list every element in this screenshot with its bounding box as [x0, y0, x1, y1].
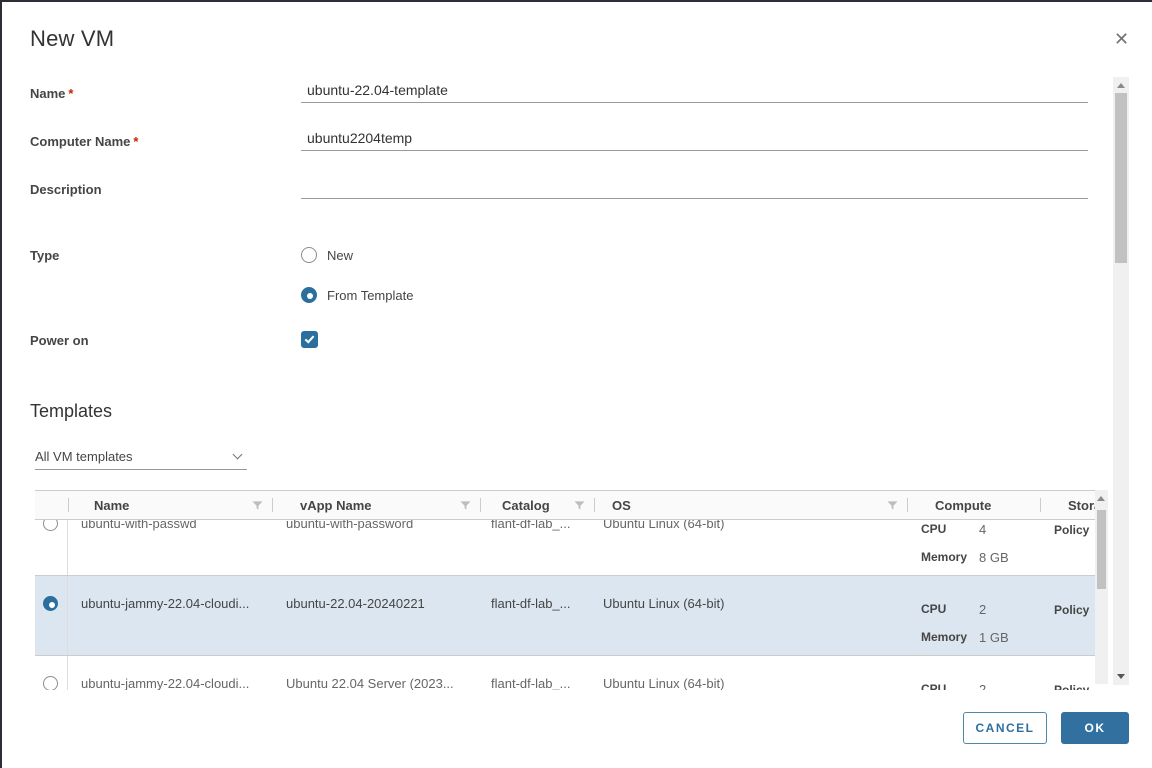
- cell-os: Ubuntu Linux (64-bit): [603, 676, 725, 690]
- header-os[interactable]: OS: [594, 491, 907, 519]
- scroll-up-icon[interactable]: [1117, 83, 1125, 88]
- template-row-selected[interactable]: ubuntu-jammy-22.04-cloudi... ubuntu-22.0…: [35, 576, 1095, 656]
- cell-catalog: flant-df-lab_...: [491, 520, 571, 531]
- type-radio-new-label: New: [327, 247, 354, 263]
- type-radio-new[interactable]: New: [301, 247, 353, 263]
- power-on-label: Power on: [30, 333, 89, 348]
- name-input[interactable]: ubuntu-22.04-template: [301, 82, 1088, 103]
- filter-icon[interactable]: [252, 500, 263, 511]
- cell-name: ubuntu-jammy-22.04-cloudi...: [81, 676, 250, 690]
- scroll-up-icon[interactable]: [1097, 496, 1105, 501]
- template-row[interactable]: ubuntu-jammy-22.04-cloudi... Ubuntu 22.0…: [35, 656, 1095, 690]
- cell-os: Ubuntu Linux (64-bit): [603, 596, 725, 611]
- radio-on-icon[interactable]: [301, 287, 317, 303]
- cell-vapp-name: ubuntu-with-password: [286, 520, 414, 531]
- type-radio-from-template[interactable]: From Template: [301, 287, 413, 303]
- table-scrollbar-thumb[interactable]: [1097, 510, 1106, 589]
- type-label: Type: [30, 248, 60, 263]
- cell-storage: Policy: [1054, 523, 1090, 537]
- computer-name-label: Computer Name *: [30, 134, 139, 149]
- computer-name-input[interactable]: ubuntu2204temp: [301, 130, 1088, 151]
- close-icon[interactable]: ✕: [1114, 30, 1129, 48]
- templates-heading: Templates: [30, 401, 113, 421]
- table-header: Name vApp Name Catalog OS Compute Stor: [35, 490, 1095, 520]
- header-catalog[interactable]: Catalog: [480, 491, 594, 519]
- dialog-scrollbar-thumb[interactable]: [1115, 93, 1127, 263]
- column-divider: [272, 498, 273, 512]
- table-body: ubuntu-with-passwd ubuntu-with-password …: [35, 520, 1095, 690]
- description-input[interactable]: [301, 178, 1088, 199]
- cell-catalog: flant-df-lab_...: [491, 596, 571, 611]
- cell-vapp-name: ubuntu-22.04-20240221: [286, 596, 425, 611]
- template-row[interactable]: ubuntu-with-passwd ubuntu-with-password …: [35, 520, 1095, 576]
- cell-compute: CPU 4 Memory 8 GB: [921, 522, 1009, 565]
- dialog-scrollbar[interactable]: [1113, 77, 1129, 685]
- filter-icon[interactable]: [460, 500, 471, 511]
- header-storage: Storage: [1040, 491, 1095, 519]
- cell-name: ubuntu-jammy-22.04-cloudi...: [81, 596, 250, 611]
- header-name[interactable]: Name: [68, 491, 272, 519]
- radio-off-icon[interactable]: [43, 676, 58, 690]
- cell-os: Ubuntu Linux (64-bit): [603, 520, 725, 531]
- radio-off-icon[interactable]: [43, 520, 58, 531]
- name-label: Name *: [30, 86, 74, 101]
- template-filter-value: All VM templates: [35, 449, 133, 464]
- column-divider: [594, 498, 595, 512]
- ok-button[interactable]: OK: [1061, 712, 1129, 744]
- template-filter-select[interactable]: All VM templates: [35, 446, 247, 470]
- cell-name: ubuntu-with-passwd: [81, 520, 197, 531]
- power-on-checkbox[interactable]: [301, 331, 318, 348]
- header-radio-column: [35, 491, 68, 519]
- scroll-down-icon[interactable]: [1117, 674, 1125, 679]
- filter-icon[interactable]: [887, 500, 898, 511]
- cell-catalog: flant-df-lab_...: [491, 676, 571, 690]
- cell-compute: CPU2 Memory: [921, 682, 987, 690]
- cancel-button[interactable]: CANCEL: [963, 712, 1047, 744]
- cell-storage: Policy: [1054, 603, 1090, 617]
- filter-icon[interactable]: [574, 500, 585, 511]
- column-divider: [68, 498, 69, 512]
- table-scrollbar[interactable]: [1095, 490, 1108, 684]
- column-divider: [1040, 498, 1041, 512]
- templates-table: Name vApp Name Catalog OS Compute Stor u…: [35, 490, 1108, 690]
- radio-on-icon[interactable]: [43, 596, 58, 611]
- cell-storage: Policy: [1054, 683, 1090, 690]
- radio-off-icon[interactable]: [301, 247, 317, 263]
- dialog-title: New VM: [30, 26, 115, 51]
- chevron-down-icon: [232, 449, 243, 460]
- description-label: Description: [30, 182, 102, 197]
- cell-vapp-name: Ubuntu 22.04 Server (2023...: [286, 676, 454, 690]
- required-asterisk: *: [133, 134, 139, 149]
- column-divider: [480, 498, 481, 512]
- cell-compute: CPU 2 Memory 1 GB: [921, 602, 1009, 645]
- header-vapp-name[interactable]: vApp Name: [272, 491, 480, 519]
- type-radio-from-template-label: From Template: [327, 287, 414, 303]
- check-icon: [304, 333, 315, 344]
- header-compute: Compute: [907, 491, 1040, 519]
- new-vm-dialog: New VM ✕ Name * ubuntu-22.04-template Com…: [0, 0, 1152, 768]
- column-divider: [907, 498, 908, 512]
- required-asterisk: *: [68, 86, 74, 101]
